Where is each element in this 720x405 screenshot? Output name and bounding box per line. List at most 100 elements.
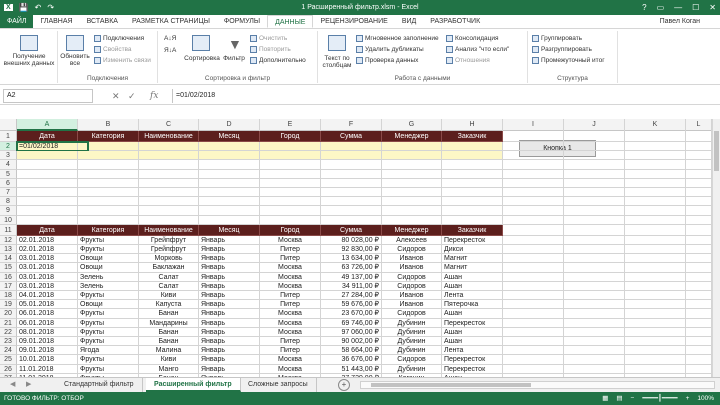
cell[interactable] <box>686 151 712 161</box>
tab-developer[interactable]: РАЗРАБОТЧИК <box>423 15 487 28</box>
row-header-24[interactable]: 24 <box>0 346 17 356</box>
cell[interactable] <box>321 206 382 216</box>
sort-button[interactable]: Сортировка <box>182 55 222 62</box>
row-header-21[interactable]: 21 <box>0 318 17 328</box>
row-header-17[interactable]: 17 <box>0 281 17 291</box>
cell[interactable] <box>564 318 625 328</box>
cell[interactable] <box>503 272 564 282</box>
column-header-l[interactable]: L <box>686 119 712 131</box>
cell[interactable] <box>686 263 712 273</box>
table-cell-city[interactable]: Москва <box>260 355 321 365</box>
minimize-icon[interactable]: — <box>674 3 682 12</box>
consolidate-button[interactable]: Консолидация <box>446 35 499 42</box>
cell[interactable] <box>17 160 78 170</box>
row-header-8[interactable]: 8 <box>0 197 17 207</box>
row-header-10[interactable]: 10 <box>0 215 17 225</box>
clear-button[interactable]: Очистить <box>250 35 287 42</box>
criteria-header-cell[interactable]: Сумма <box>321 131 382 142</box>
cell[interactable] <box>625 178 686 188</box>
cell[interactable] <box>686 160 712 170</box>
table-cell-name[interactable]: Салат <box>139 272 199 282</box>
cell[interactable] <box>503 327 564 337</box>
cell[interactable] <box>78 169 139 179</box>
cell[interactable] <box>503 281 564 291</box>
cell[interactable] <box>564 337 625 347</box>
table-cell-mgr[interactable]: Дубинин <box>382 364 442 374</box>
cell[interactable] <box>625 188 686 198</box>
row-header-11[interactable]: 11 <box>0 224 17 236</box>
cell[interactable] <box>321 197 382 207</box>
table-cell-cust[interactable]: Ашан <box>442 272 503 282</box>
flash-fill-button[interactable]: Мгновенное заполнение <box>356 35 439 42</box>
cell[interactable] <box>382 197 442 207</box>
table-cell-city[interactable]: Москва <box>260 318 321 328</box>
cell[interactable] <box>78 197 139 207</box>
table-cell-cust[interactable]: Ашан <box>442 281 503 291</box>
table-cell-month[interactable]: Январь <box>199 309 260 319</box>
column-header-a[interactable]: A <box>17 119 78 131</box>
cell[interactable] <box>321 188 382 198</box>
table-cell-cust[interactable]: Пятерочка <box>442 300 503 310</box>
table-cell-cat[interactable]: Фрукты <box>78 309 139 319</box>
column-header-g[interactable]: G <box>382 119 442 131</box>
cell[interactable] <box>564 346 625 356</box>
cell[interactable] <box>625 327 686 337</box>
criteria-cell[interactable] <box>382 142 442 152</box>
criteria-cell[interactable] <box>139 142 199 152</box>
table-cell-mgr[interactable]: Дубинин <box>382 346 442 356</box>
table-cell-sum[interactable]: 97 060,00 ₽ <box>321 327 382 337</box>
cell[interactable] <box>686 254 712 264</box>
cell[interactable] <box>564 131 625 142</box>
sort-za-icon[interactable]: Я↓А <box>164 47 176 54</box>
table-cell-mgr[interactable]: Дубинин <box>382 327 442 337</box>
table-cell-sum[interactable]: 34 911,00 ₽ <box>321 281 382 291</box>
table-cell-cust[interactable]: Магнит <box>442 263 503 273</box>
cell[interactable] <box>199 188 260 198</box>
cell[interactable] <box>686 281 712 291</box>
table-cell-sum[interactable]: 92 830,00 ₽ <box>321 245 382 255</box>
cell[interactable] <box>321 178 382 188</box>
table-cell-mgr[interactable]: Иванов <box>382 291 442 301</box>
cell[interactable] <box>686 309 712 319</box>
cell[interactable] <box>564 355 625 365</box>
table-cell-month[interactable]: Январь <box>199 346 260 356</box>
remove-duplicates-button[interactable]: Удалить дубликаты <box>356 46 424 53</box>
vertical-scroll-thumb[interactable] <box>714 131 719 171</box>
cell[interactable] <box>442 215 503 225</box>
table-cell-name[interactable]: Малина <box>139 346 199 356</box>
cell[interactable] <box>503 318 564 328</box>
table-cell-cat[interactable]: Фрукты <box>78 318 139 328</box>
cell[interactable] <box>686 355 712 365</box>
cell[interactable] <box>625 318 686 328</box>
cell[interactable] <box>564 235 625 245</box>
cell[interactable] <box>442 178 503 188</box>
column-header-k[interactable]: K <box>625 119 686 131</box>
cell[interactable] <box>199 215 260 225</box>
table-header-cell[interactable]: Сумма <box>321 224 382 236</box>
table-cell-date[interactable]: 06.01.2018 <box>17 309 78 319</box>
table-cell-date[interactable]: 03.01.2018 <box>17 272 78 282</box>
table-cell-date[interactable]: 03.01.2018 <box>17 281 78 291</box>
criteria-header-cell[interactable]: Город <box>260 131 321 142</box>
formula-input[interactable]: =01/02/2018 <box>172 89 716 103</box>
table-cell-city[interactable]: Питер <box>260 337 321 347</box>
table-cell-cat[interactable]: Фрукты <box>78 245 139 255</box>
cell[interactable] <box>564 151 625 161</box>
column-header-d[interactable]: D <box>199 119 260 131</box>
criteria-date-cell[interactable]: =01/02/2018 <box>17 142 78 152</box>
table-cell-date[interactable]: 08.01.2018 <box>17 327 78 337</box>
cell[interactable] <box>503 291 564 301</box>
cell[interactable] <box>442 206 503 216</box>
cell[interactable] <box>564 327 625 337</box>
cell[interactable] <box>564 364 625 374</box>
table-cell-cat[interactable]: Овощи <box>78 300 139 310</box>
cell[interactable] <box>564 169 625 179</box>
cell[interactable] <box>260 197 321 207</box>
table-cell-cat[interactable]: Фрукты <box>78 355 139 365</box>
criteria-cell[interactable] <box>321 142 382 152</box>
row-header-4[interactable]: 4 <box>0 160 17 170</box>
column-header-e[interactable]: E <box>260 119 321 131</box>
advanced-button[interactable]: Дополнительно <box>250 57 306 64</box>
table-cell-name[interactable]: Салат <box>139 281 199 291</box>
cell[interactable] <box>139 160 199 170</box>
